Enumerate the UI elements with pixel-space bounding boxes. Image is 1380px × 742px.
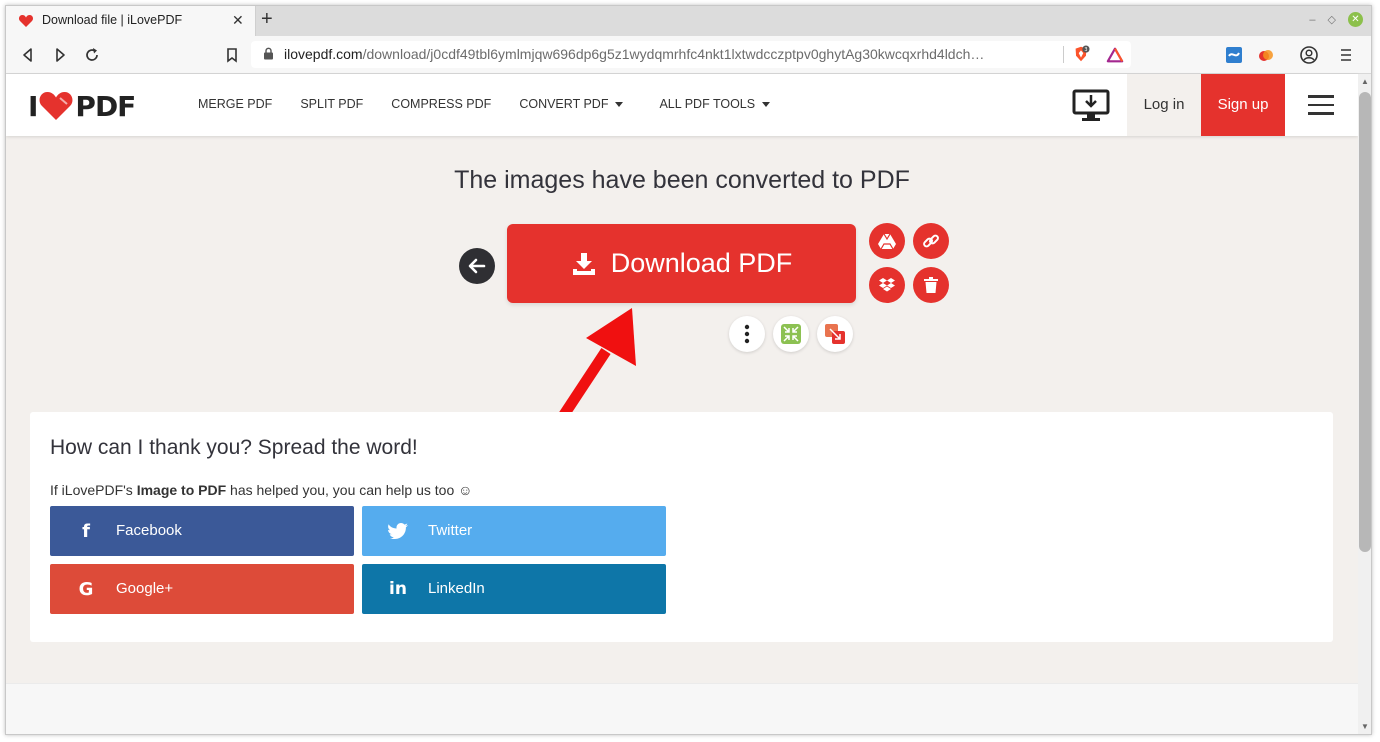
signup-button[interactable]: Sign up [1201, 74, 1285, 136]
extension-orange-icon[interactable] [1256, 45, 1276, 65]
address-bar[interactable]: ilovepdf.com/download/j0cdf49tbl6ymlmjqw… [251, 41, 1131, 68]
tab-title: Download file | iLovePDF [42, 13, 183, 27]
twitter-icon [386, 519, 410, 543]
more-options-button[interactable] [729, 316, 765, 352]
compress-icon [781, 324, 801, 344]
share-linkedin-button[interactable]: in LinkedIn [362, 564, 666, 614]
arrow-left-icon [468, 258, 486, 274]
scroll-up-icon[interactable]: ▲ [1361, 77, 1369, 86]
ilovepdf-favicon-icon [18, 15, 34, 27]
browser-window: Download file | iLovePDF ✕ + – ◇ ✕ ilove… [5, 5, 1372, 735]
delete-button[interactable] [913, 267, 949, 303]
dropbox-button[interactable] [869, 267, 905, 303]
minimize-icon[interactable]: – [1309, 14, 1315, 26]
linkedin-icon: in [389, 579, 407, 599]
tab-close-icon[interactable]: ✕ [232, 12, 244, 29]
download-pdf-button[interactable]: Download PDF [507, 224, 856, 303]
heart-icon [39, 92, 73, 120]
split-icon [825, 324, 845, 344]
facebook-icon: f [82, 520, 90, 542]
share-google-plus-button[interactable]: G Google+ [50, 564, 354, 614]
extension-blue-icon[interactable] [1224, 45, 1244, 65]
download-icon [572, 252, 595, 275]
share-title: How can I thank you? Spread the word! [50, 436, 418, 459]
new-tab-button[interactable]: + [261, 8, 273, 31]
link-icon [923, 234, 939, 248]
window-controls: – ◇ ✕ [1309, 12, 1363, 27]
brave-shield-icon[interactable]: 3 [1072, 45, 1090, 63]
vertical-scrollbar[interactable]: ▲ ▼ [1358, 74, 1371, 734]
profile-icon[interactable] [1299, 45, 1319, 65]
page-title: The images have been converted to PDF [454, 166, 910, 194]
split-pdf-tool-button[interactable] [817, 316, 853, 352]
google-icon: G [78, 578, 94, 600]
more-vertical-icon [744, 324, 750, 344]
ilovepdf-logo[interactable]: I PDF [28, 89, 136, 123]
desktop-download-icon[interactable] [1072, 89, 1110, 123]
dropbox-icon [879, 278, 895, 292]
login-button[interactable]: Log in [1127, 74, 1201, 136]
caret-down-icon [762, 101, 771, 107]
reload-icon[interactable] [82, 45, 102, 65]
hamburger-menu-icon[interactable] [1308, 95, 1334, 115]
copy-link-button[interactable] [913, 223, 949, 259]
browser-toolbar: ilovepdf.com/download/j0cdf49tbl6ymlmjqw… [6, 36, 1371, 74]
share-card: How can I thank you? Spread the word! If… [30, 412, 1333, 642]
browser-menu-icon[interactable] [1336, 45, 1356, 65]
tab-strip: Download file | iLovePDF ✕ + – ◇ ✕ [6, 6, 1371, 36]
menu-convert-pdf[interactable]: CONVERT PDF [519, 97, 624, 111]
google-drive-button[interactable] [869, 223, 905, 259]
svg-text:3: 3 [1084, 47, 1087, 53]
brave-rewards-icon[interactable] [1106, 46, 1124, 64]
menu-merge-pdf[interactable]: MERGE PDF [198, 97, 272, 111]
bookmark-icon[interactable] [222, 45, 242, 65]
lock-icon [264, 47, 273, 60]
compress-pdf-tool-button[interactable] [773, 316, 809, 352]
main-menu: MERGE PDF SPLIT PDF COMPRESS PDF CONVERT… [198, 97, 771, 111]
share-facebook-button[interactable]: f Facebook [50, 506, 354, 556]
site-header: I PDF MERGE PDF SPLIT PDF COMPRESS PDF C… [6, 74, 1358, 136]
forward-nav-icon[interactable] [50, 45, 70, 65]
restore-icon[interactable]: ◇ [1328, 13, 1336, 26]
menu-compress-pdf[interactable]: COMPRESS PDF [391, 97, 491, 111]
google-drive-icon [878, 233, 896, 249]
menu-all-pdf-tools[interactable]: ALL PDF TOOLS [659, 97, 771, 111]
tab-active[interactable]: Download file | iLovePDF ✕ [6, 6, 256, 36]
window-close-icon[interactable]: ✕ [1348, 12, 1363, 27]
back-nav-icon[interactable] [18, 45, 38, 65]
caret-down-icon [615, 101, 624, 107]
scrollbar-thumb[interactable] [1359, 92, 1371, 552]
share-twitter-button[interactable]: Twitter [362, 506, 666, 556]
footer [6, 683, 1358, 734]
back-button[interactable] [459, 248, 495, 284]
trash-icon [924, 277, 938, 293]
menu-split-pdf[interactable]: SPLIT PDF [300, 97, 363, 111]
url-text[interactable]: ilovepdf.com/download/j0cdf49tbl6ymlmjqw… [284, 46, 1054, 62]
scroll-down-icon[interactable]: ▼ [1361, 722, 1369, 731]
share-subtitle: If iLovePDF's Image to PDF has helped yo… [50, 482, 473, 498]
